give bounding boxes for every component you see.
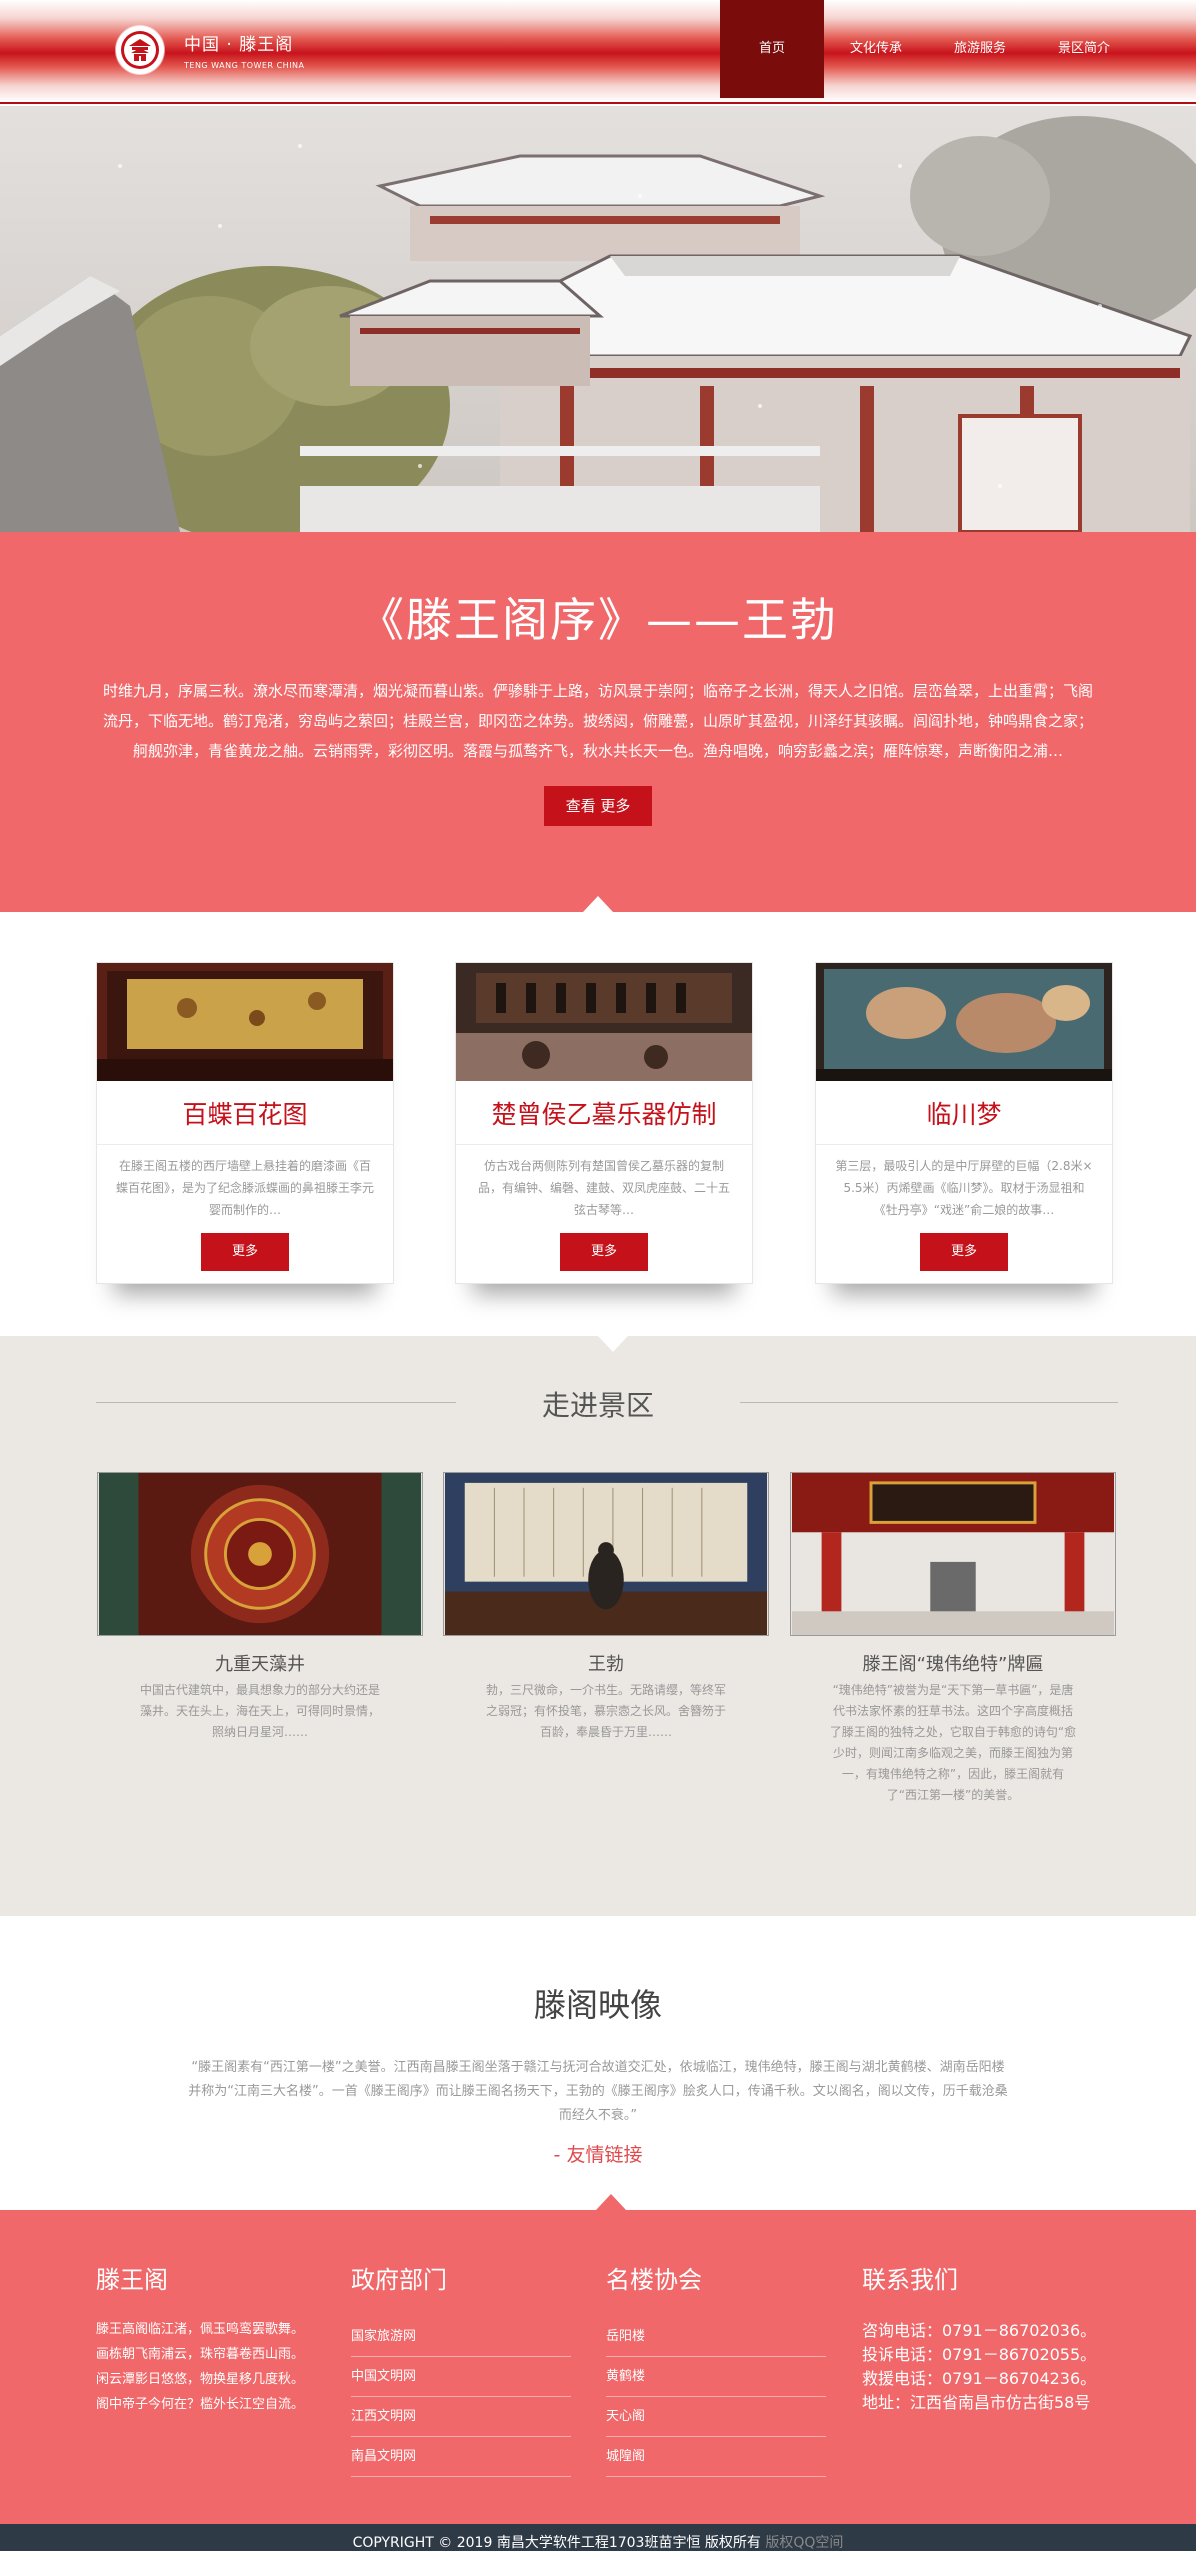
footer-contact-title: 联系我们 (862, 2266, 958, 2294)
brand-cn: 中国 · 滕王阁 (184, 35, 294, 55)
preface-title: 《滕王阁序》——王勃 (358, 593, 838, 647)
nav-home[interactable]: 首页 (720, 0, 824, 98)
footer-about-line: 画栋朝飞南浦云，珠帘暮卷西山雨。 (96, 2347, 305, 2362)
friend-links-link[interactable]: - 友情链接 (0, 2140, 1196, 2167)
card-instruments: 楚曾侯乙墓乐器仿制 仿古戏台两侧陈列有楚国曾侯乙墓乐器的复制品，有编钟、编磬、建… (455, 962, 753, 1284)
nav-culture[interactable]: 文化传承 (824, 0, 928, 98)
card-linchuan: 临川梦 第三层，最吸引人的是中厅屏壁的巨幅（2.8米× 5.5米）丙烯壁画《临川… (815, 962, 1113, 1284)
image-section-text: “滕王阁素有“西江第一楼”之美誉。江西南昌滕王阁坐落于赣江与抚河合故道交汇处，依… (188, 2060, 1008, 2123)
preface-section: 《滕王阁序》——王勃 时维九月，序属三秋。潦水尽而寒潭清，烟光凝而暮山紫。俨骖騑… (0, 532, 1196, 912)
brand: 中国 · 滕王阁 TENG WANG TOWER CHINA (184, 30, 305, 70)
bronze-instruments-image (456, 963, 752, 1081)
card-text: 第三层，最吸引人的是中厅屏壁的巨幅（2.8米× 5.5米）丙烯壁画《临川梦》。取… (835, 1159, 1093, 1217)
wangbo-statue-image[interactable] (443, 1472, 769, 1636)
footer-assoc: 名楼协会 岳阳楼 黄鹤楼 天心阁 城隍阁 (606, 2260, 826, 2477)
preface-text: 时维九月，序属三秋。潦水尽而寒潭清，烟光凝而暮山紫。俨骖騑于上路，访风景于崇阿；… (102, 682, 1093, 760)
footer-assoc-link[interactable]: 黄鹤楼 (606, 2357, 826, 2397)
scenic-title: 走进景区 (541, 1389, 654, 1422)
spot-text: “瑰伟绝特”被誉为是“天下第一草书匾”，是唐代书法家怀素的狂草书法。这四个字高度… (829, 1683, 1077, 1802)
footer-about-line: 阁中帝子今何在？槛外长江空自流。 (96, 2397, 305, 2412)
footer-about-line: 滕王高阁临江渚，佩玉鸣鸾罢歌舞。 (96, 2322, 305, 2337)
spot-plaque: 滕王阁“瑰伟绝特”牌匾 “瑰伟绝特”被誉为是“天下第一草书匾”，是唐代书法家怀素… (789, 1472, 1117, 1806)
card-text: 在滕王阁五楼的西厅墙壁上悬挂着的磨漆画《百蝶百花图》，是为了纪念滕派蝶画的鼻祖滕… (115, 1159, 374, 1217)
scenic-section: 走进景区 九重天藻井 中国古代建筑中，最具想象力的部分大约还是藻井。天在头上，海… (0, 1336, 1196, 1916)
nav-intro[interactable]: 景区简介 (1032, 0, 1136, 98)
card-more-button[interactable]: 更多 (560, 1233, 648, 1271)
copyright-text: COPYRIGHT © 2019 南昌大学软件工程1703班苗宇恒 版权所有 (352, 2535, 761, 2551)
footer-about-line: 闲云潭影日悠悠，物换星移几度秋。 (96, 2372, 305, 2387)
footer-about-title: 滕王阁 (96, 2266, 168, 2294)
tower-logo-icon (121, 31, 159, 69)
feature-cards: 百蝶百花图 在滕王阁五楼的西厅墙壁上悬挂着的磨漆画《百蝶百花图》，是为了纪念滕派… (0, 912, 1196, 1336)
hero-banner-image (0, 106, 1196, 532)
spot-title: 滕王阁“瑰伟绝特”牌匾 (862, 1654, 1044, 1675)
card-title: 百蝶百花图 (97, 1085, 393, 1145)
card-title: 楚曾侯乙墓乐器仿制 (456, 1085, 752, 1145)
footer-assoc-link[interactable]: 城隍阁 (606, 2437, 826, 2477)
site-header: 中国 · 滕王阁 TENG WANG TOWER CHINA 首页 文化传承 旅… (0, 0, 1196, 104)
card-title: 临川梦 (816, 1085, 1112, 1145)
spot-title: 九重天藻井 (215, 1654, 305, 1675)
plaque-image[interactable] (790, 1472, 1116, 1636)
snowy-pavilion-illustration (0, 106, 1196, 532)
spot-wangbo: 王勃 勃，三尺微命，一介书生。无路请缨，等终军之弱冠；有怀投笔，慕宗悫之长风。舍… (442, 1472, 770, 1743)
image-section: 滕阁映像 “滕王阁素有“西江第一楼”之美誉。江西南昌滕王阁坐落于赣江与抚河合故道… (0, 1916, 1196, 2210)
section-divider-arrow (583, 896, 613, 912)
main-nav: 首页 文化传承 旅游服务 景区简介 (720, 0, 1136, 98)
footer-contact-line: 地址：江西省南昌市仿古街58号 (862, 2393, 1091, 2412)
card-text: 仿古戏台两侧陈列有楚国曾侯乙墓乐器的复制品，有编钟、编磬、建鼓、双凤虎座鼓、二十… (477, 1159, 730, 1217)
nav-travel[interactable]: 旅游服务 (928, 0, 1032, 98)
footer-assoc-title: 名楼协会 (606, 2266, 702, 2294)
footer-gov-link[interactable]: 南昌文明网 (351, 2437, 571, 2477)
qq-space-link[interactable]: 版权QQ空间 (761, 2535, 843, 2551)
footer-assoc-link[interactable]: 天心阁 (606, 2397, 826, 2437)
spot-ceiling: 九重天藻井 中国古代建筑中，最具想象力的部分大约还是藻井。天在头上，海在天上，可… (96, 1472, 424, 1743)
butterfly-painting-image (97, 963, 393, 1081)
logo[interactable] (116, 26, 164, 74)
spot-title: 王勃 (588, 1654, 624, 1675)
footer-about: 滕王阁 滕王高阁临江渚，佩玉鸣鸾罢歌舞。 画栋朝飞南浦云，珠帘暮卷西山雨。 闲云… (96, 2260, 316, 2417)
card-more-button[interactable]: 更多 (201, 1233, 289, 1271)
card-butterfly: 百蝶百花图 在滕王阁五楼的西厅墙壁上悬挂着的磨漆画《百蝶百花图》，是为了纪念滕派… (96, 962, 394, 1284)
footer-gov: 政府部门 国家旅游网 中国文明网 江西文明网 南昌文明网 (351, 2260, 571, 2477)
caisson-ceiling-image[interactable] (97, 1472, 423, 1636)
footer-contact-line: 救援电话：0791－86704236。 (862, 2369, 1097, 2388)
copyright-bar: COPYRIGHT © 2019 南昌大学软件工程1703班苗宇恒 版权所有 版… (0, 2524, 1196, 2551)
image-section-title: 滕阁映像 (533, 1986, 662, 2024)
brand-en: TENG WANG TOWER CHINA (184, 61, 305, 70)
footer-assoc-link[interactable]: 岳阳楼 (606, 2317, 826, 2357)
section-divider-arrow (598, 1336, 628, 1352)
spot-text: 中国古代建筑中，最具想象力的部分大约还是藻井。天在头上，海在天上，可得同时景情，… (139, 1683, 380, 1739)
footer-contact-line: 咨询电话：0791－86702036。 (862, 2321, 1097, 2340)
card-more-button[interactable]: 更多 (920, 1233, 1008, 1271)
footer-gov-link[interactable]: 国家旅游网 (351, 2317, 571, 2357)
footer-contact-line: 投诉电话：0791－86702055。 (862, 2345, 1097, 2364)
footer-gov-title: 政府部门 (351, 2266, 447, 2294)
footer-gov-link[interactable]: 江西文明网 (351, 2397, 571, 2437)
site-footer: 滕王阁 滕王高阁临江渚，佩玉鸣鸾罢歌舞。 画栋朝飞南浦云，珠帘暮卷西山雨。 闲云… (0, 2194, 1196, 2524)
view-more-button[interactable]: 查看 更多 (543, 786, 653, 826)
spot-text: 勃，三尺微命，一介书生。无路请缨，等终军之弱冠；有怀投笔，慕宗悫之长风。舍簪笏于… (485, 1683, 726, 1739)
footer-contact: 联系我们 咨询电话：0791－86702036。 投诉电话：0791－86702… (862, 2260, 1112, 2413)
footer-gov-link[interactable]: 中国文明网 (351, 2357, 571, 2397)
section-divider-arrow (596, 2194, 626, 2210)
linchuan-mural-image (816, 963, 1112, 1081)
